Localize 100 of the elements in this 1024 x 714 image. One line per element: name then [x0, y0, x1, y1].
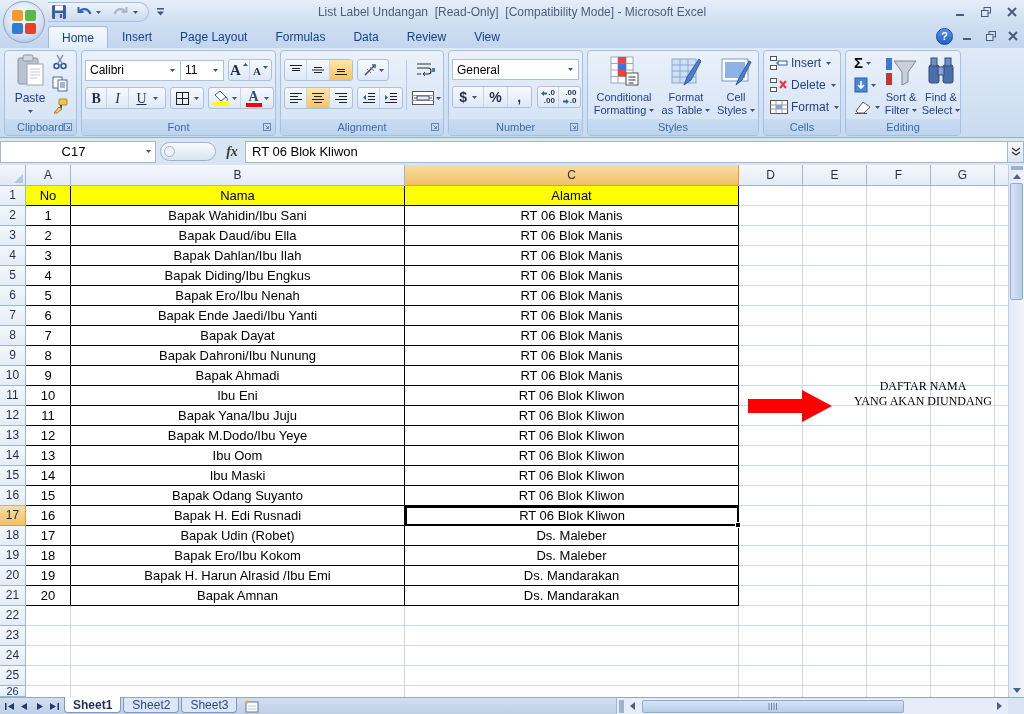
row-header[interactable]: 8: [0, 326, 26, 346]
caret-icon[interactable]: [96, 10, 101, 14]
row-header[interactable]: 19: [0, 546, 26, 566]
row-header[interactable]: 18: [0, 526, 26, 546]
borders-button[interactable]: [170, 87, 204, 109]
copy-icon[interactable]: [52, 76, 68, 92]
formula-field[interactable]: RT 06 Blok Kliwon: [245, 140, 1008, 163]
row-header[interactable]: 23: [0, 626, 26, 646]
scissors-icon[interactable]: [52, 54, 68, 70]
row-header[interactable]: 2: [0, 206, 26, 226]
ribbon-tab[interactable]: Page Layout: [166, 26, 262, 48]
underline-button[interactable]: U: [128, 88, 165, 108]
font-size-dropdown[interactable]: 11: [180, 59, 224, 81]
close-icon[interactable]: [1008, 31, 1018, 41]
row-header[interactable]: 9: [0, 346, 26, 366]
scroll-right-icon[interactable]: [997, 702, 1002, 710]
row-header[interactable]: 24: [0, 646, 26, 666]
row-header[interactable]: 6: [0, 286, 26, 306]
vertical-scrollbar[interactable]: [1008, 165, 1024, 697]
row-header[interactable]: 16: [0, 486, 26, 506]
row-header[interactable]: 5: [0, 266, 26, 286]
cell-styles-button[interactable]: Cell Styles: [713, 55, 758, 117]
autosum-button[interactable]: Σ: [854, 53, 871, 73]
ribbon-tab[interactable]: Formulas: [261, 26, 340, 48]
row-header[interactable]: 14: [0, 446, 26, 466]
row-header[interactable]: 13: [0, 426, 26, 446]
row-header[interactable]: 22: [0, 606, 26, 626]
column-header[interactable]: D: [739, 165, 803, 186]
align-bottom-button[interactable]: [329, 60, 352, 80]
row-header[interactable]: 11: [0, 386, 26, 406]
horizontal-scrollbar[interactable]: [616, 698, 1008, 714]
column-header[interactable]: A: [26, 165, 71, 186]
percent-button[interactable]: %: [484, 87, 508, 107]
dialog-launcher-icon[interactable]: [64, 123, 73, 131]
caret-icon[interactable]: [133, 10, 138, 14]
orientation-button[interactable]: [357, 59, 389, 81]
font-name-dropdown[interactable]: Calibri: [85, 59, 181, 81]
previous-sheet-icon[interactable]: [20, 701, 29, 711]
help-button[interactable]: ?: [936, 27, 953, 45]
conditional-formatting-button[interactable]: Conditional Formatting: [589, 55, 659, 117]
comma-button[interactable]: ,: [507, 87, 531, 107]
ribbon-tab[interactable]: Data: [339, 26, 393, 48]
sort-filter-button[interactable]: Sort & Filter: [882, 53, 920, 117]
row-header[interactable]: 1: [0, 186, 26, 206]
row-header[interactable]: 17: [0, 506, 26, 526]
new-sheet-icon[interactable]: [243, 699, 262, 713]
last-sheet-icon[interactable]: [50, 701, 59, 711]
bold-button[interactable]: B: [86, 88, 108, 108]
increase-decimal-button[interactable]: .0 .00: [538, 87, 559, 107]
row-header[interactable]: 15: [0, 466, 26, 486]
italic-button[interactable]: I: [107, 88, 129, 108]
find-select-button[interactable]: Find & Select: [920, 53, 960, 117]
font-color-button[interactable]: A: [241, 88, 273, 108]
row-header[interactable]: 10: [0, 366, 26, 386]
dialog-launcher-icon[interactable]: [263, 123, 271, 131]
name-box[interactable]: C17: [0, 140, 156, 163]
first-sheet-icon[interactable]: [5, 701, 14, 711]
insert-button[interactable]: Insert: [770, 53, 831, 73]
split-handle[interactable]: [1010, 166, 1023, 170]
row-header[interactable]: 4: [0, 246, 26, 266]
resize-handle[interactable]: [160, 142, 216, 161]
ribbon-tab[interactable]: Review: [392, 26, 461, 48]
insert-function-button[interactable]: fx: [219, 141, 245, 162]
format-as-table-button[interactable]: Format as Table: [659, 55, 713, 117]
ribbon-tab[interactable]: Insert: [108, 26, 167, 48]
column-header[interactable]: E: [803, 165, 867, 186]
expand-button[interactable]: [1008, 140, 1024, 163]
row-header[interactable]: 25: [0, 666, 26, 686]
next-sheet-icon[interactable]: [35, 701, 44, 711]
close-icon[interactable]: [1007, 7, 1017, 17]
grow-font-button[interactable]: A: [229, 60, 250, 80]
dialog-launcher-icon[interactable]: [431, 123, 439, 131]
scrollbar-thumb[interactable]: [642, 699, 904, 713]
customize-icon[interactable]: [157, 8, 164, 16]
row-header[interactable]: 21: [0, 586, 26, 606]
dialog-launcher-icon[interactable]: [570, 123, 578, 131]
column-header[interactable]: G: [931, 165, 995, 186]
sheet-tab[interactable]: Sheet3: [181, 698, 238, 713]
fill-button[interactable]: [854, 75, 876, 95]
currency-button[interactable]: $: [453, 87, 485, 107]
paste-button[interactable]: Paste: [8, 54, 52, 118]
restore-icon[interactable]: [981, 7, 991, 17]
format-button[interactable]: Format: [770, 97, 839, 117]
brush-icon[interactable]: [52, 98, 68, 114]
delete-button[interactable]: Delete: [770, 75, 836, 95]
align-center-button[interactable]: [307, 88, 330, 108]
row-header[interactable]: 3: [0, 226, 26, 246]
ribbon-tab[interactable]: View: [460, 26, 514, 48]
scroll-down-icon[interactable]: [1012, 687, 1021, 693]
column-header[interactable]: F: [867, 165, 931, 186]
scrollbar-thumb[interactable]: [1010, 183, 1023, 300]
row-header[interactable]: 12: [0, 406, 26, 426]
sheet-tab[interactable]: Sheet2: [123, 698, 180, 713]
column-header[interactable]: C: [405, 165, 739, 186]
fill-handle[interactable]: [735, 522, 741, 528]
save-icon[interactable]: [51, 4, 67, 20]
row-header[interactable]: 20: [0, 566, 26, 586]
sheet-tab[interactable]: Sheet1: [64, 697, 122, 713]
scroll-up-icon[interactable]: [1012, 174, 1021, 179]
ribbon-tab[interactable]: Home: [48, 26, 108, 48]
